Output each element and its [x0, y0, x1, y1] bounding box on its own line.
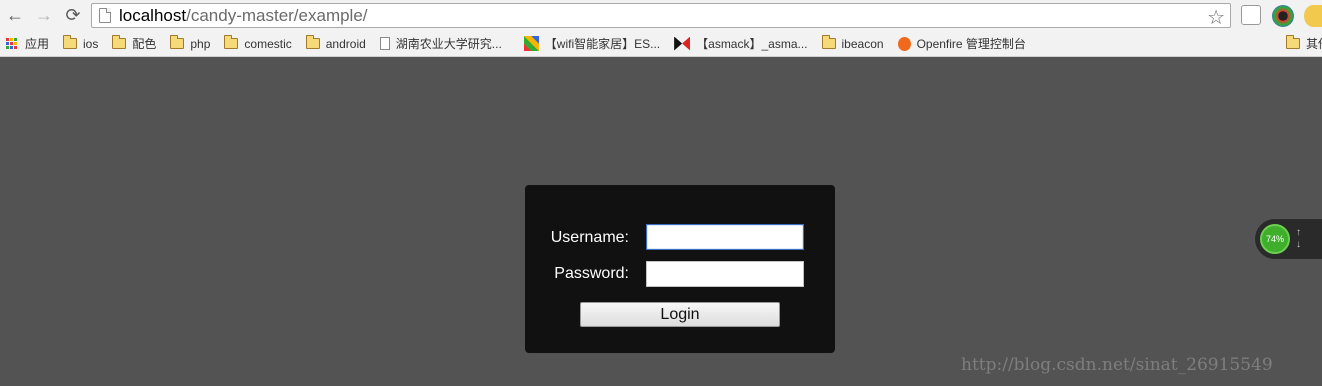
bookmark-label: comestic — [244, 36, 292, 51]
bookmark-label: android — [325, 36, 366, 51]
color-picker-extension-icon[interactable] — [1272, 5, 1294, 27]
bookmark-apps[interactable]: 应用 — [6, 35, 49, 52]
bookmark-folder-colors[interactable]: 配色 — [112, 35, 156, 52]
url-host: localhost — [119, 5, 187, 25]
login-form: Username: Password: Login — [525, 185, 835, 353]
bowtie-favicon-icon — [674, 36, 691, 51]
bookmark-label: 配色 — [132, 37, 157, 51]
bookmark-wifi-smart-home[interactable]: 【wifi智能家居】ES... — [523, 35, 661, 52]
bookmarks-bar: 应用 ios 配色 php comestic android 湖南农业大学研究.… — [0, 31, 1322, 57]
bookmark-folder-other[interactable]: 其他 — [1286, 35, 1322, 52]
up-down-arrows-icon: ↑ ↓ — [1296, 227, 1301, 250]
bookmark-asmack[interactable]: 【asmack】_asma... — [674, 35, 808, 52]
bookmark-openfire[interactable]: Openfire 管理控制台 — [897, 35, 1026, 52]
reload-icon: ⟳ — [65, 5, 81, 25]
username-input[interactable] — [646, 224, 804, 250]
folder-icon — [821, 35, 836, 49]
moon-extension-icon[interactable] — [1304, 5, 1322, 27]
forward-icon: → — [35, 5, 53, 25]
folder-icon — [224, 35, 239, 49]
password-label: Password: — [554, 265, 629, 282]
bookmark-label: ios — [83, 36, 99, 51]
bookmark-label: 湖南农业大学研究... — [395, 37, 502, 51]
folder-icon — [170, 35, 185, 49]
page-icon — [379, 37, 390, 50]
bookmark-label: 【asmack】_asma... — [696, 37, 808, 51]
bookmark-folder-android[interactable]: android — [305, 35, 366, 51]
bookmark-label: Openfire 管理控制台 — [916, 37, 1026, 51]
bookmark-folder-ibeacon[interactable]: ibeacon — [821, 35, 884, 51]
page-icon — [99, 8, 111, 23]
flame-favicon-icon — [897, 36, 911, 51]
bookmark-label: ibeacon — [841, 36, 884, 51]
apps-grid-icon — [6, 37, 18, 50]
folder-icon — [1286, 35, 1300, 49]
bookmark-folder-php[interactable]: php — [170, 35, 211, 51]
url-path: /candy-master/example/ — [186, 5, 368, 25]
username-label: Username: — [550, 229, 629, 246]
password-input[interactable] — [646, 261, 804, 287]
browser-toolbar: ← → ⟳ localhost/candy-master/example/ ☆ — [0, 0, 1322, 31]
bookmark-label: php — [190, 36, 211, 51]
address-bar[interactable]: localhost/candy-master/example/ ☆ — [91, 3, 1231, 30]
back-button[interactable]: ← — [2, 3, 28, 29]
reload-button[interactable]: ⟳ — [60, 3, 86, 29]
bookmark-label: 其他 — [1306, 37, 1322, 51]
forward-button[interactable]: → — [31, 3, 57, 29]
speed-widget[interactable]: 74% ↑ ↓ — [1254, 218, 1322, 260]
folder-icon — [63, 35, 78, 49]
bookmark-label: 应用 — [25, 37, 50, 51]
translate-extension-icon[interactable] — [1241, 5, 1261, 25]
folder-icon — [305, 35, 320, 49]
site-favicon-icon — [523, 36, 539, 51]
bookmark-label: 【wifi智能家居】ES... — [544, 37, 661, 51]
bookmark-folder-ios[interactable]: ios — [63, 35, 99, 51]
folder-icon — [112, 35, 127, 49]
login-button[interactable]: Login — [580, 302, 780, 327]
bookmark-star-icon[interactable]: ☆ — [1207, 5, 1225, 30]
back-icon: ← — [6, 5, 24, 25]
bookmark-university[interactable]: 湖南农业大学研究... — [379, 35, 502, 52]
bookmark-folder-comestic[interactable]: comestic — [224, 35, 292, 51]
percent-badge: 74% — [1260, 224, 1290, 254]
watermark: http://blog.csdn.net/sinat_26915549 — [961, 355, 1273, 375]
